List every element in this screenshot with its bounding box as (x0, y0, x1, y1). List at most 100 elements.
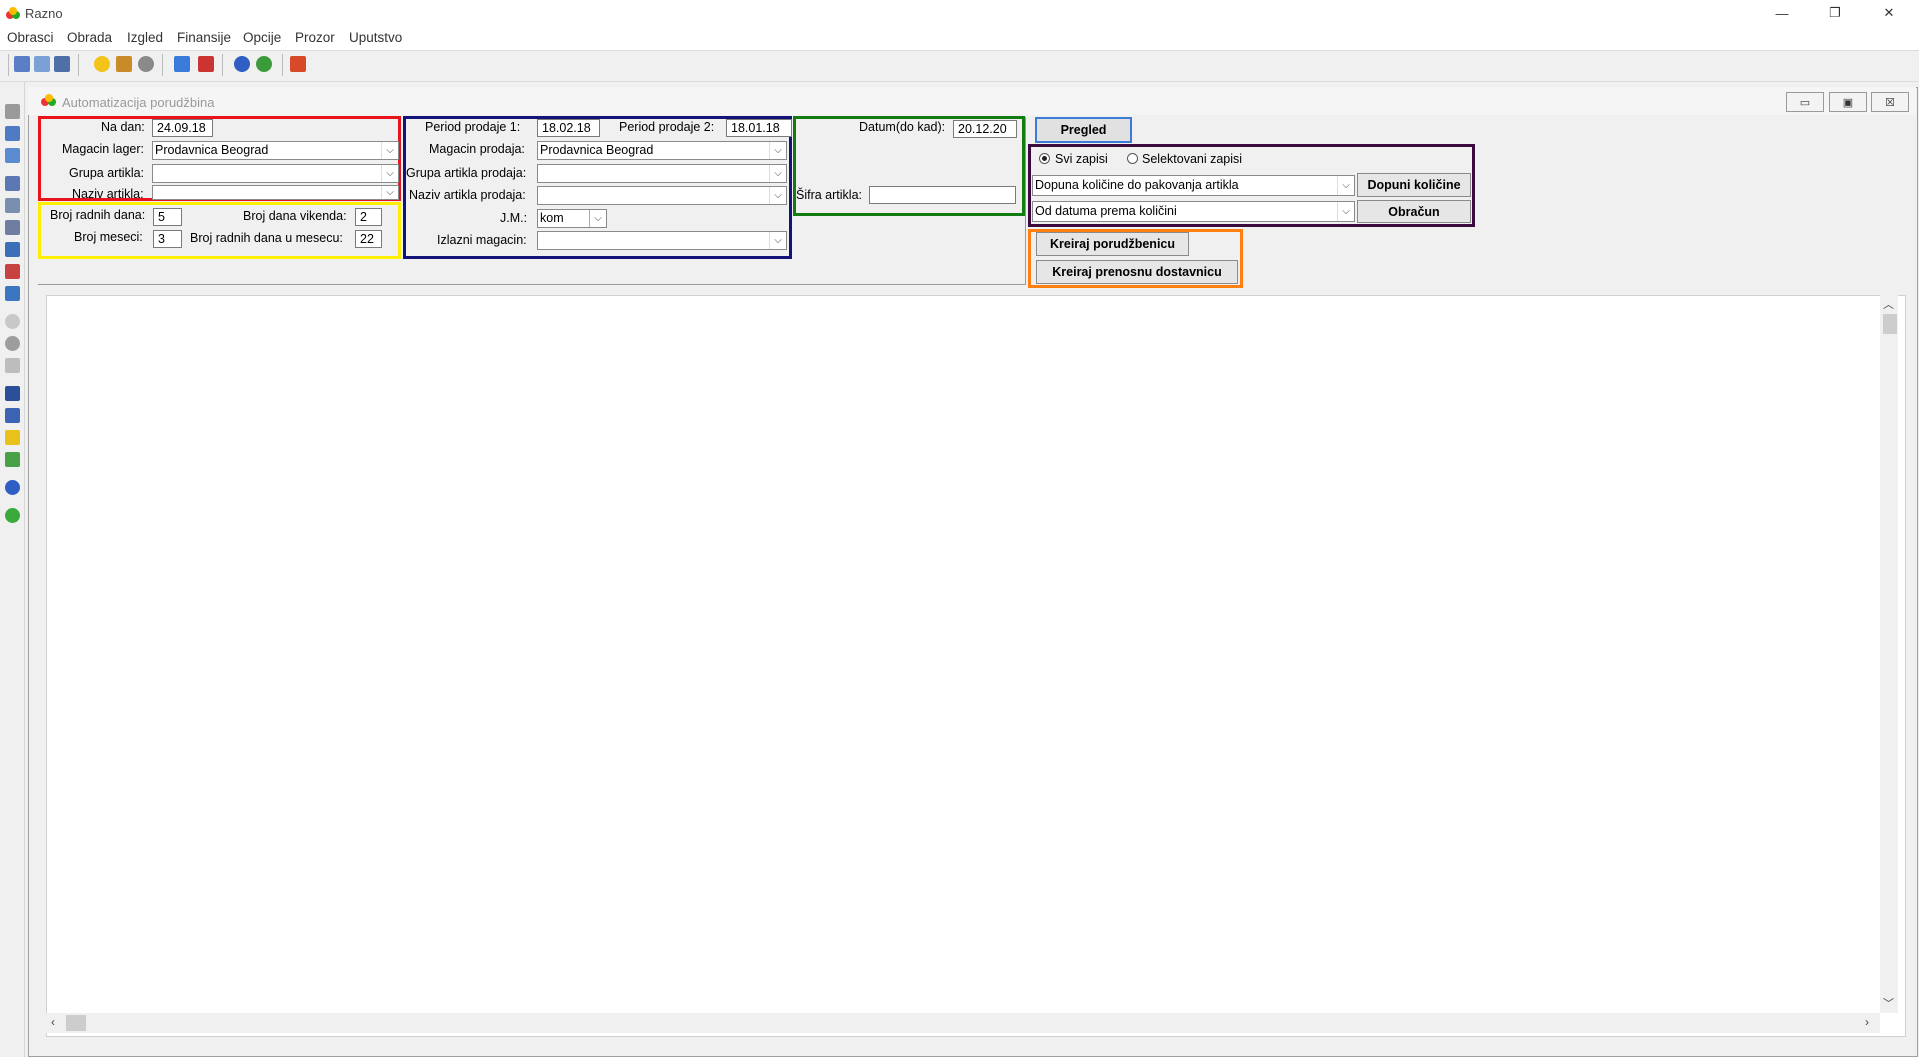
izlazni-magacin-label: Izlazni magacin: (437, 233, 527, 247)
restore-button[interactable]: ❐ (1812, 0, 1858, 26)
menu-prozor[interactable]: Prozor (295, 30, 335, 45)
print-preview-icon[interactable] (5, 198, 20, 213)
child-minimize-button[interactable]: ▭ (1786, 92, 1824, 112)
magacin-prodaja-select[interactable]: Prodavnica Beograd ⌵ (537, 141, 787, 160)
scroll-down-icon[interactable]: ﹀ (1883, 995, 1894, 1011)
data-grid[interactable] (46, 295, 1906, 1037)
menu-opcije[interactable]: Opcije (243, 30, 281, 45)
datum-do-kad-label: Datum(do kad): (859, 120, 946, 134)
new-form-icon[interactable] (14, 56, 30, 72)
naziv-artikla-prodaja-select[interactable]: ⌵ (537, 186, 787, 205)
grupa-artikla-prodaja-label: Grupa artikla prodaja: (406, 166, 527, 180)
open-icon[interactable] (34, 56, 50, 72)
close-button[interactable]: ✕ (1866, 0, 1912, 26)
filter-panel-right-line (1025, 117, 1026, 285)
child-app-icon (40, 93, 58, 107)
chevron-down-icon[interactable]: ⌵ (381, 186, 398, 199)
chevron-down-icon[interactable]: ⌵ (769, 187, 786, 204)
save-icon[interactable] (54, 56, 70, 72)
na-dan-field[interactable]: 24.09.18 (152, 119, 213, 137)
save-record-icon[interactable] (5, 104, 20, 119)
grupa-artikla-select[interactable]: ⌵ (152, 164, 399, 183)
lightbulb-icon[interactable] (94, 56, 110, 72)
sort-icon[interactable] (5, 408, 20, 423)
kreiraj-prenosnu-dostavnicu-button[interactable]: Kreiraj prenosnu dostavnicu (1036, 260, 1238, 284)
izlazni-magacin-select[interactable]: ⌵ (537, 231, 787, 250)
vertical-scroll-thumb[interactable] (1883, 314, 1897, 334)
magacin-lager-select[interactable]: Prodavnica Beograd ⌵ (152, 141, 399, 160)
help-icon[interactable] (234, 56, 250, 72)
broj-radnih-dana-field[interactable]: 5 (153, 208, 182, 226)
chevron-down-icon[interactable]: ⌵ (1337, 176, 1354, 195)
obracun-mode-value: Od datuma prema količini (1035, 204, 1177, 218)
menu-izgled[interactable]: Izgled (127, 30, 163, 45)
chevron-down-icon[interactable]: ⌵ (381, 142, 398, 159)
broj-dana-vikenda-field[interactable]: 2 (355, 208, 382, 226)
menu-obrada[interactable]: Obrada (67, 30, 112, 45)
horizontal-scroll-thumb[interactable] (66, 1015, 86, 1031)
datum-do-kad-field[interactable]: 20.12.20 (953, 120, 1017, 138)
chevron-down-icon[interactable]: ⌵ (1337, 202, 1354, 221)
naziv-artikla-select[interactable]: ⌵ (152, 185, 399, 200)
go-icon[interactable] (5, 508, 20, 523)
word-export-icon[interactable] (5, 242, 20, 257)
search-record-icon[interactable] (5, 220, 20, 235)
web-icon[interactable] (256, 56, 272, 72)
period-prodaje-2-field[interactable]: 18.01.18 (726, 119, 792, 137)
child-title-bar (28, 87, 1916, 115)
child-restore-button[interactable]: ▣ (1829, 92, 1867, 112)
folder-icon[interactable] (174, 56, 190, 72)
filter-icon[interactable] (5, 430, 20, 445)
menu-uputstvo[interactable]: Uputstvo (349, 30, 402, 45)
dopuna-mode-select[interactable]: Dopuna količine do pakovanja artikla ⌵ (1032, 175, 1355, 196)
form-icon[interactable] (5, 126, 20, 141)
settings-icon[interactable] (138, 56, 154, 72)
chevron-down-icon[interactable]: ⌵ (769, 142, 786, 159)
chevron-down-icon[interactable]: ⌵ (769, 232, 786, 249)
kreiraj-porudzbenicu-button[interactable]: Kreiraj porudžbenicu (1036, 232, 1189, 256)
chevron-down-icon[interactable]: ⌵ (381, 165, 398, 182)
broj-radnih-dana-mesec-field[interactable]: 22 (355, 230, 382, 248)
obracun-mode-select[interactable]: Od datuma prema količini ⌵ (1032, 201, 1355, 222)
naziv-artikla-prodaja-label: Naziv artikla prodaja: (409, 188, 526, 202)
pregled-button[interactable]: Pregled (1035, 117, 1132, 143)
print-icon[interactable] (5, 176, 20, 191)
copy-icon[interactable] (5, 148, 20, 163)
minimize-button[interactable]: — (1759, 0, 1805, 26)
truck-icon[interactable] (116, 56, 132, 72)
obracun-button[interactable]: Obračun (1357, 200, 1471, 223)
grupa-artikla-prodaja-select[interactable]: ⌵ (537, 164, 787, 183)
exit-icon[interactable] (290, 56, 306, 72)
binoculars-icon[interactable] (5, 386, 20, 401)
export-icon[interactable] (5, 264, 20, 279)
na-dan-label: Na dan: (101, 120, 145, 134)
menu-finansije[interactable]: Finansije (177, 30, 231, 45)
chevron-down-icon[interactable]: ⌵ (589, 210, 606, 227)
radio-svi-zapisi[interactable] (1039, 153, 1050, 164)
toolbar-separator (282, 54, 283, 76)
scroll-left-icon[interactable]: ‹ (51, 1015, 55, 1029)
remove-icon[interactable] (5, 336, 20, 351)
expand-icon[interactable] (5, 452, 20, 467)
sifra-artikla-field[interactable] (869, 186, 1016, 204)
import-icon[interactable] (5, 286, 20, 301)
add-icon[interactable] (5, 314, 20, 329)
chevron-down-icon[interactable]: ⌵ (769, 165, 786, 182)
menu-obrasci[interactable]: Obrasci (7, 30, 54, 45)
toolbar-separator (222, 54, 223, 76)
help-icon[interactable] (5, 480, 20, 495)
period-prodaje-1-field[interactable]: 18.02.18 (537, 119, 600, 137)
scroll-up-icon[interactable]: ︿ (1883, 296, 1894, 312)
radio-selektovani-zapisi[interactable] (1127, 153, 1138, 164)
horizontal-scrollbar[interactable] (46, 1013, 1880, 1033)
jm-select[interactable]: kom ⌵ (537, 209, 607, 228)
dopuni-kolicine-button[interactable]: Dopuni količine (1357, 173, 1471, 197)
period-prodaje-2-label: Period prodaje 2: (619, 120, 715, 134)
scroll-right-icon[interactable]: › (1865, 1015, 1869, 1029)
broj-meseci-field[interactable]: 3 (153, 230, 182, 248)
child-close-button[interactable]: ☒ (1871, 92, 1909, 112)
edit-icon[interactable] (5, 358, 20, 373)
broj-meseci-label: Broj meseci: (74, 230, 143, 244)
vertical-scrollbar[interactable] (1880, 295, 1898, 1013)
calculator-icon[interactable] (198, 56, 214, 72)
